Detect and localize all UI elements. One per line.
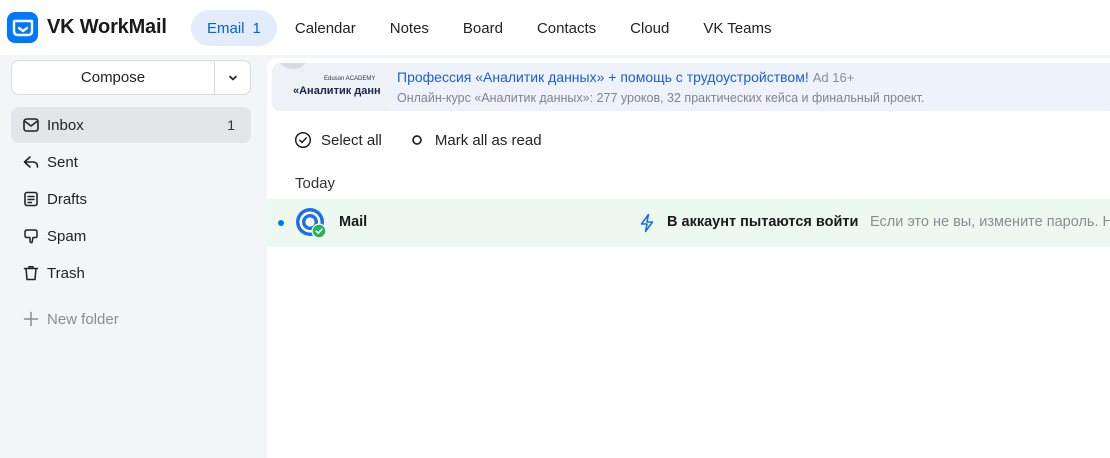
chevron-down-icon bbox=[228, 75, 237, 80]
compose-button[interactable]: Compose bbox=[12, 61, 214, 94]
trash-icon bbox=[21, 263, 41, 283]
folder-inbox-label: Inbox bbox=[47, 116, 84, 134]
lightning-icon bbox=[638, 213, 656, 233]
folder-spam-label: Spam bbox=[47, 227, 87, 245]
plus-icon bbox=[21, 309, 41, 329]
folder-list: Inbox 1 Sent Drafts Spam Trash bbox=[11, 107, 251, 292]
compose-group: Compose bbox=[11, 60, 251, 95]
date-group-label: Today bbox=[295, 175, 336, 192]
mail-sender: Mail bbox=[339, 214, 368, 230]
mark-all-read-label: Mark all as read bbox=[434, 131, 542, 149]
top-bar: VK WorkMail Email 1 Calendar Notes Board… bbox=[0, 0, 1110, 55]
folder-drafts[interactable]: Drafts bbox=[11, 181, 251, 217]
ad-title-line: Профессия «Аналитик данных» + помощь с т… bbox=[397, 69, 854, 85]
mail-sender-avatar-icon bbox=[294, 206, 328, 240]
nav-email-badge: 1 bbox=[252, 19, 261, 37]
inbox-icon bbox=[21, 115, 41, 135]
folder-trash-label: Trash bbox=[47, 264, 85, 282]
mail-row[interactable]: Mail В аккаунт пытаются войти Если это н… bbox=[267, 199, 1110, 247]
select-all-label: Select all bbox=[321, 131, 382, 149]
compose-options-button[interactable] bbox=[215, 61, 250, 94]
app-logo[interactable]: VK WorkMail bbox=[7, 12, 167, 43]
new-folder-button[interactable]: New folder bbox=[21, 308, 119, 330]
nav-board[interactable]: Board bbox=[447, 10, 519, 46]
mark-all-read-button[interactable]: Mark all as read bbox=[408, 131, 542, 149]
app-title: VK WorkMail bbox=[47, 16, 167, 38]
mail-subject: В аккаунт пытаются войти bbox=[667, 214, 859, 230]
nav-email[interactable]: Email 1 bbox=[191, 10, 277, 46]
nav-cloud[interactable]: Cloud bbox=[614, 10, 685, 46]
nav-notes[interactable]: Notes bbox=[374, 10, 445, 46]
nav-email-label: Email bbox=[207, 19, 245, 37]
folder-trash[interactable]: Trash bbox=[11, 255, 251, 291]
folder-drafts-label: Drafts bbox=[47, 190, 88, 208]
ad-image-brand: Eduson ACADEMY bbox=[324, 76, 376, 82]
ad-image-text: «Аналитик данн bbox=[293, 85, 381, 97]
nav-vk-teams[interactable]: VK Teams bbox=[687, 10, 787, 46]
folder-inbox-count: 1 bbox=[227, 117, 235, 133]
unread-indicator[interactable] bbox=[278, 220, 284, 226]
nav-calendar[interactable]: Calendar bbox=[279, 10, 372, 46]
ad-title[interactable]: Профессия «Аналитик данных» + помощь с т… bbox=[397, 69, 809, 85]
vk-workmail-logo-icon bbox=[7, 12, 38, 43]
spam-icon bbox=[21, 226, 41, 246]
list-toolbar: Select all Mark all as read bbox=[294, 131, 568, 149]
mail-snippet: Если это не вы, измените пароль. Н bbox=[870, 214, 1110, 230]
folder-sent-label: Sent bbox=[47, 153, 78, 171]
main-nav: Email 1 Calendar Notes Board Contacts Cl… bbox=[191, 10, 789, 46]
ad-description: Онлайн-курс «Аналитик данных»: 277 уроко… bbox=[397, 91, 925, 105]
drafts-icon bbox=[21, 189, 41, 209]
check-circle-icon bbox=[294, 131, 312, 149]
ad-banner[interactable]: Eduson ACADEMY «Аналитик данн Профессия … bbox=[272, 63, 1110, 111]
new-folder-label: New folder bbox=[47, 310, 119, 328]
folder-sent[interactable]: Sent bbox=[11, 144, 251, 180]
ad-image-shape bbox=[280, 63, 306, 69]
sent-icon bbox=[21, 152, 41, 172]
ad-marker: Ad 16+ bbox=[812, 70, 855, 85]
folder-inbox[interactable]: Inbox 1 bbox=[11, 107, 251, 143]
ad-image: Eduson ACADEMY «Аналитик данн bbox=[272, 63, 388, 111]
mail-list-panel: Eduson ACADEMY «Аналитик данн Профессия … bbox=[267, 58, 1110, 458]
select-all-button[interactable]: Select all bbox=[294, 131, 382, 149]
folder-spam[interactable]: Spam bbox=[11, 218, 251, 254]
circle-icon bbox=[408, 131, 426, 149]
nav-contacts[interactable]: Contacts bbox=[521, 10, 612, 46]
